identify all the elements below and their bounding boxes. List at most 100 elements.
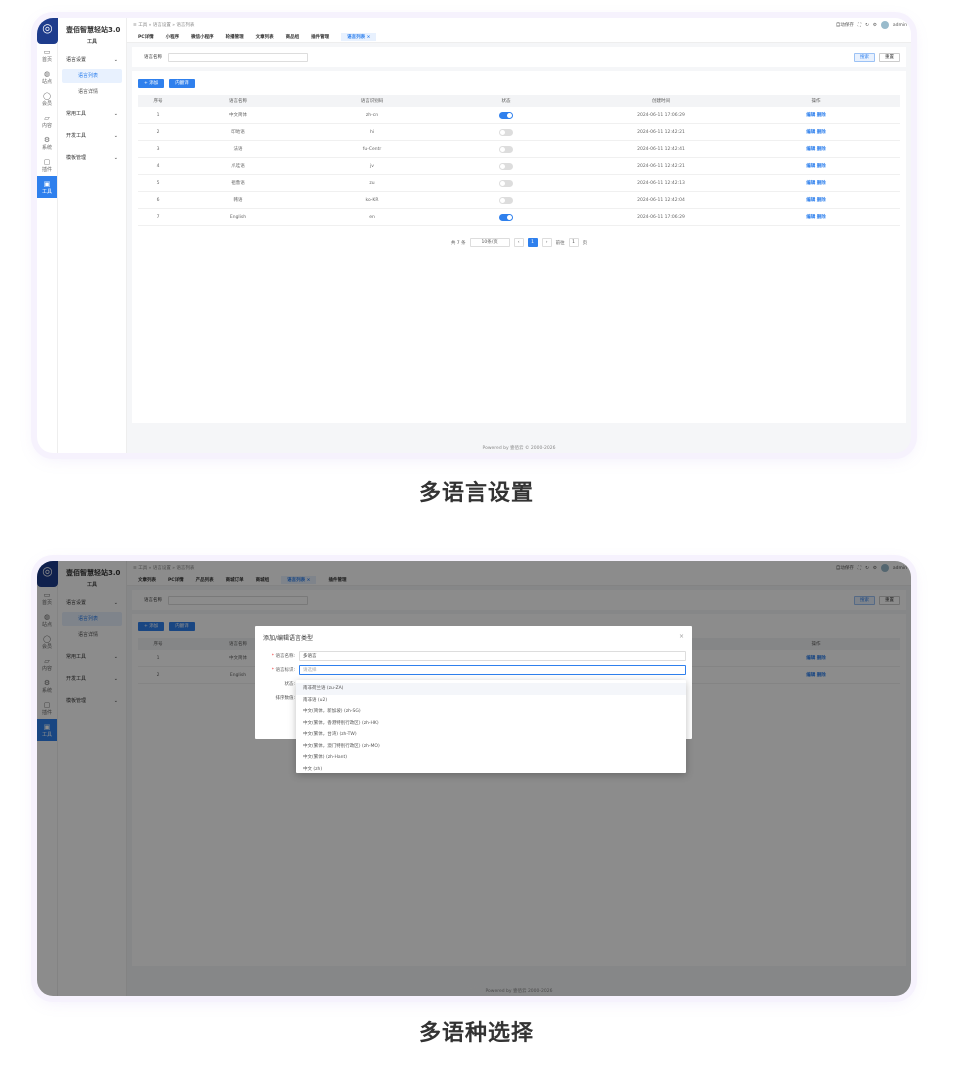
next-page-button[interactable]: ›: [541, 238, 552, 247]
language-name-field: * 语言名称: 多语言: [255, 649, 692, 663]
menu-group-language[interactable]: 语言设置 ⌄: [58, 53, 126, 67]
dropdown-option[interactable]: 中文(繁体，台湾) (zh-TW): [296, 729, 686, 741]
row-created-time: 2024-06-11 12:42:41: [637, 146, 685, 152]
dropdown-option[interactable]: 中文(繁体，澳门特别行政区) (zh-MO): [296, 741, 686, 753]
edit-link[interactable]: 编辑: [806, 181, 815, 186]
import-button[interactable]: 内翻译: [169, 79, 195, 88]
tab-item[interactable]: 插件管理: [311, 34, 329, 40]
edit-link[interactable]: 编辑: [806, 164, 815, 169]
brand-title: 壹佰智慧轻站3.0: [66, 26, 121, 34]
status-toggle[interactable]: [499, 213, 513, 221]
row-language-name: English: [229, 214, 247, 220]
menu-group-label: 常用工具: [66, 111, 87, 117]
edit-link[interactable]: 编辑: [806, 130, 815, 135]
breadcrumb: 工具 » 语言设置 » 语言列表: [138, 23, 195, 28]
dropdown-option[interactable]: 南非荷兰语 (zu-ZA): [296, 683, 686, 695]
dropdown-option[interactable]: 中文 (zh): [296, 764, 686, 776]
status-toggle[interactable]: [499, 162, 513, 170]
tab-item[interactable]: 语言列表 ×: [341, 33, 377, 41]
iconbar-label: 会员: [41, 100, 52, 107]
tab-item[interactable]: PC详情: [138, 34, 154, 40]
gear-icon: ⚙: [43, 135, 51, 144]
screenshot-language-select: ◎ ▭ 首页 ◍ 站点 ◯ 会员 ▱ 内容 ⚙ 系统 ▢ 插件 ▣ 工具 壹佰智慧轻站3.0 工具 语言设…: [37, 561, 911, 996]
delete-link[interactable]: 删除: [817, 215, 826, 220]
tab-item[interactable]: 轮播管理: [226, 34, 244, 40]
tab-item[interactable]: 微信小程序: [191, 34, 214, 40]
chevron-down-icon: ⌄: [113, 155, 118, 161]
status-toggle[interactable]: [499, 111, 513, 119]
status-toggle[interactable]: [499, 196, 513, 204]
page-number[interactable]: 1: [527, 238, 538, 247]
table-row: 7 English en 2024-06-11 17:06:29 编辑 删除: [138, 209, 900, 226]
status-toggle[interactable]: [499, 128, 513, 136]
reset-button[interactable]: 重置: [879, 53, 900, 62]
edit-link[interactable]: 编辑: [806, 147, 815, 152]
menu-group-label: 语言设置: [66, 57, 87, 63]
search-button[interactable]: 搜索: [854, 53, 875, 62]
toolbox-icon: ▣: [43, 179, 51, 188]
tab-item[interactable]: 小程序: [166, 34, 180, 40]
menu-group-dev-tools[interactable]: 开发工具 ⌄: [58, 129, 126, 143]
delete-link[interactable]: 删除: [817, 181, 826, 186]
dropdown-option[interactable]: 南非语 (u2): [296, 695, 686, 707]
row-actions: 编辑 删除: [756, 197, 876, 203]
tab-item[interactable]: 文章列表: [256, 34, 274, 40]
row-status-cell: [446, 111, 566, 119]
add-button[interactable]: + 添加: [138, 79, 165, 88]
iconbar-item-gear[interactable]: ⚙ 系统: [37, 132, 57, 154]
table-header-cell: 状态: [501, 99, 511, 104]
menu-group-label: 开发工具: [66, 133, 87, 139]
language-name-input[interactable]: 多语言: [299, 651, 686, 661]
menu-item-language-detail[interactable]: 语言详情: [62, 85, 122, 99]
language-code-select[interactable]: 请选择: [299, 665, 686, 675]
avatar[interactable]: [880, 21, 889, 29]
pager-total: 共 7 条: [450, 240, 466, 246]
edit-link[interactable]: 编辑: [806, 113, 815, 118]
edit-link[interactable]: 编辑: [806, 198, 815, 203]
delete-link[interactable]: 删除: [817, 164, 826, 169]
folder-icon: ▱: [44, 113, 50, 122]
table-header-cell: 语言识别码: [360, 99, 384, 104]
iconbar-item-toolbox[interactable]: ▣ 工具: [37, 176, 57, 198]
iconbar-item-folder[interactable]: ▱ 内容: [37, 110, 57, 132]
delete-link[interactable]: 删除: [817, 130, 826, 135]
row-created-time: 2024-06-11 17:06:29: [637, 214, 685, 220]
iconbar-item-monitor[interactable]: ▭ 首页: [37, 44, 57, 66]
dropdown-option[interactable]: 中文(简体，新加坡) (zh-SG): [296, 706, 686, 718]
iconbar-item-globe[interactable]: ◍ 站点: [37, 66, 57, 88]
menu-item-language-list[interactable]: 语言列表: [62, 69, 122, 83]
edit-link[interactable]: 编辑: [806, 215, 815, 220]
close-icon[interactable]: ×: [679, 633, 684, 642]
prev-page-button[interactable]: ‹: [513, 238, 524, 247]
chevron-down-icon: ⌄: [113, 111, 118, 117]
table-row: 3 法语 fu-Centr 2024-06-11 12:42:41 编辑 删除: [138, 141, 900, 158]
gear-icon[interactable]: ⚙: [873, 23, 877, 28]
goto-input[interactable]: 1: [568, 238, 579, 247]
table-row: 6 韩语 ko-KR 2024-06-11 12:42:04 编辑 删除: [138, 192, 900, 209]
iconbar-item-user[interactable]: ◯ 会员: [37, 88, 57, 110]
refresh-icon[interactable]: ↻: [865, 23, 869, 28]
tab-item[interactable]: 商品组: [286, 34, 300, 40]
icon-sidebar: ◎ ▭ 首页 ◍ 站点 ◯ 会员 ▱ 内容 ⚙ 系统 ▢ 插件 ▣ 工具: [37, 18, 58, 453]
menu-group-templates[interactable]: 模板管理 ⌄: [58, 151, 126, 165]
delete-link[interactable]: 删除: [817, 198, 826, 203]
brand-subtitle: 工具: [86, 39, 97, 45]
status-toggle[interactable]: [499, 179, 513, 187]
iconbar-label: 工具: [41, 188, 52, 195]
delete-link[interactable]: 删除: [817, 113, 826, 118]
fullscreen-icon[interactable]: ⛶: [858, 22, 861, 28]
topbar-right: 自动保存 ⛶ ↻ ⚙ admin: [836, 21, 907, 29]
autosave-toggle[interactable]: 自动保存: [836, 22, 854, 28]
delete-link[interactable]: 删除: [817, 147, 826, 152]
row-actions: 编辑 删除: [756, 129, 876, 135]
table-row: 4 爪哇语 jv 2024-06-11 12:42:21 编辑 删除: [138, 158, 900, 175]
status-toggle[interactable]: [499, 145, 513, 153]
iconbar-item-chat[interactable]: ▢ 插件: [37, 154, 57, 176]
username[interactable]: admin: [893, 23, 907, 28]
search-input[interactable]: [168, 52, 308, 62]
dropdown-option[interactable]: 中文(繁体，香港特别行政区) (zh-HK): [296, 718, 686, 730]
page-size-select[interactable]: 10条/页: [469, 238, 510, 247]
field-label: 语言名称:: [275, 654, 295, 659]
menu-group-common-tools[interactable]: 常用工具 ⌄: [58, 107, 126, 121]
dropdown-option[interactable]: 中文(繁体) (zh-Hant): [296, 752, 686, 764]
